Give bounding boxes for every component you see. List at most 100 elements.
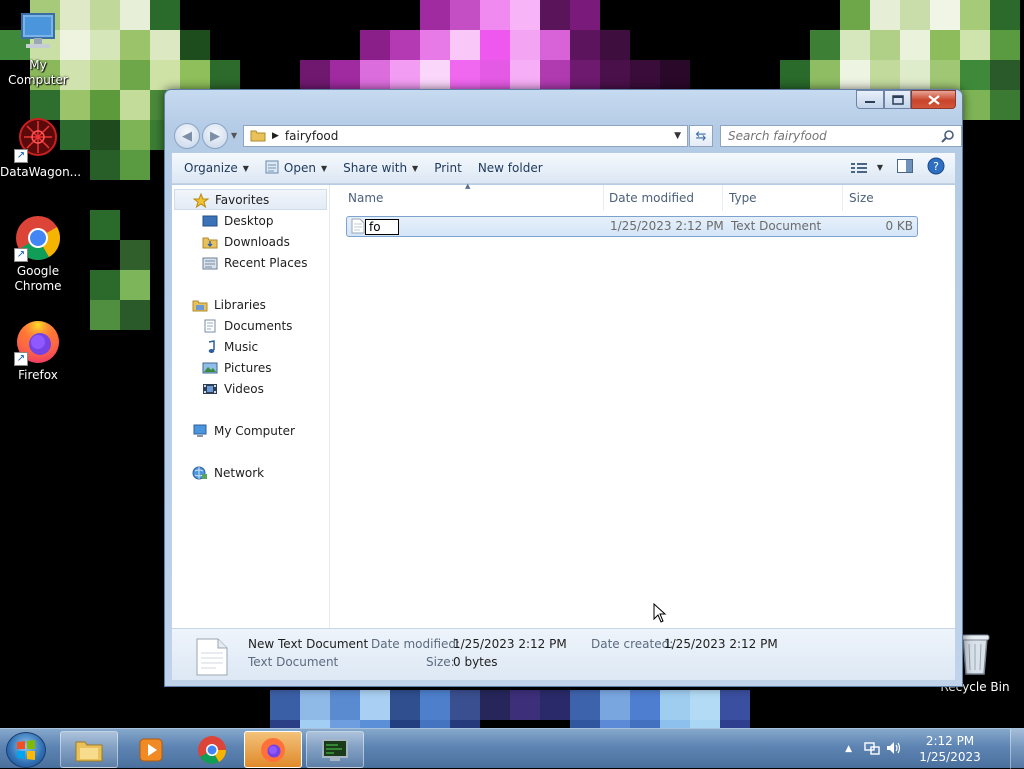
volume-icon[interactable] xyxy=(886,741,902,758)
wallpaper-tile xyxy=(960,90,990,120)
desktop-icon-google-chrome[interactable]: ↗ Google Chrome xyxy=(0,214,76,294)
refresh-icon: ⇆ xyxy=(695,128,707,144)
taskbar-media-player-button[interactable] xyxy=(122,731,180,768)
column-header-size[interactable]: Size xyxy=(843,185,943,211)
details-date-created-label: Date created: xyxy=(591,637,674,651)
column-header-type[interactable]: Type xyxy=(723,185,843,211)
nav-downloads[interactable]: Downloads xyxy=(172,231,329,252)
wallpaper-tile xyxy=(600,30,630,60)
close-button[interactable] xyxy=(911,90,956,109)
forward-arrow-icon: ▶ xyxy=(210,128,220,144)
wallpaper-tile xyxy=(330,60,360,90)
wallpaper-tile xyxy=(360,720,390,728)
breadcrumb-chevron-icon[interactable]: ▶ xyxy=(272,131,279,141)
desktop-icon-datawagon[interactable]: ↗ DataWagon... xyxy=(0,115,81,180)
wallpaper-tile xyxy=(300,60,330,90)
search-box[interactable] xyxy=(720,125,962,147)
system-tray: ▲ 2:12 PM 1/25/2023 xyxy=(845,729,1010,769)
wallpaper-tile xyxy=(120,270,150,300)
nav-favorites[interactable]: Favorites xyxy=(174,189,327,210)
search-icon[interactable] xyxy=(941,129,955,146)
details-date-modified-label: Date modified: xyxy=(371,637,461,651)
chrome-icon xyxy=(198,735,226,764)
nav-music[interactable]: Music xyxy=(172,336,329,357)
recent-pages-dropdown[interactable]: ▼ xyxy=(231,131,237,140)
wallpaper-tile xyxy=(90,270,120,300)
taskbar-terminal-button[interactable] xyxy=(306,731,364,768)
organize-button[interactable]: Organize ▼ xyxy=(176,156,257,180)
desktop-icon-label: Firefox xyxy=(18,368,58,382)
wallpaper-tile xyxy=(870,30,900,60)
chevron-down-icon: ▼ xyxy=(242,163,249,173)
address-dropdown-icon[interactable]: ▼ xyxy=(674,131,681,141)
nav-my-computer[interactable]: My Computer xyxy=(172,420,329,441)
new-folder-label: New folder xyxy=(477,161,543,175)
wallpaper-tile xyxy=(570,60,600,90)
wallpaper-tile xyxy=(420,720,450,728)
nav-videos[interactable]: Videos xyxy=(172,378,329,399)
taskbar-firefox-button[interactable] xyxy=(244,731,302,768)
maximize-button[interactable] xyxy=(884,90,911,109)
nav-libraries[interactable]: Libraries xyxy=(172,294,329,315)
clock[interactable]: 2:12 PM 1/25/2023 xyxy=(914,733,986,765)
wallpaper-tile xyxy=(390,690,420,720)
shortcut-arrow-icon: ↗ xyxy=(14,352,28,366)
wallpaper-tile xyxy=(360,30,390,60)
computer-icon xyxy=(14,8,62,56)
desktop-icon xyxy=(202,214,218,228)
caption-buttons xyxy=(856,90,956,109)
wallpaper-tile xyxy=(210,60,240,90)
chevron-down-icon: ▼ xyxy=(876,163,883,172)
desktop-icon-my-computer[interactable]: My Computer xyxy=(0,8,76,88)
show-desktop-button[interactable] xyxy=(1010,729,1024,769)
wallpaper-tile xyxy=(420,30,450,60)
nav-recent-places[interactable]: Recent Places xyxy=(172,252,329,273)
column-header-name[interactable]: Name xyxy=(342,185,604,211)
nav-network[interactable]: Network xyxy=(172,462,329,483)
desktop-icon-firefox[interactable]: ↗ Firefox xyxy=(0,318,76,383)
column-header-date-modified[interactable]: Date modified xyxy=(603,185,723,211)
wallpaper-tile xyxy=(150,60,180,90)
start-button[interactable] xyxy=(6,732,46,768)
nav-documents[interactable]: Documents xyxy=(172,315,329,336)
nav-pictures[interactable]: Pictures xyxy=(172,357,329,378)
share-with-label: Share with xyxy=(343,161,408,175)
wallpaper-tile xyxy=(90,150,120,180)
firefox-icon xyxy=(261,737,285,762)
minimize-button[interactable] xyxy=(856,90,884,109)
organize-label: Organize xyxy=(184,161,238,175)
preview-pane-icon xyxy=(897,159,913,173)
wallpaper-tile xyxy=(660,690,690,720)
svg-text:?: ? xyxy=(933,160,939,173)
sort-ascending-icon: ▲ xyxy=(465,182,471,190)
wallpaper-tile xyxy=(630,60,660,90)
show-hidden-icons-button[interactable]: ▲ xyxy=(845,744,852,754)
breadcrumb-folder[interactable]: fairyfood xyxy=(285,129,338,143)
taskbar-chrome-button[interactable] xyxy=(183,731,241,768)
folders-icon xyxy=(75,741,103,761)
back-button[interactable]: ◀ xyxy=(174,123,200,149)
nav-desktop[interactable]: Desktop xyxy=(172,210,329,231)
rename-input[interactable]: fo xyxy=(365,219,399,235)
taskbar-explorer-button[interactable] xyxy=(60,731,118,768)
new-folder-button[interactable]: New folder xyxy=(470,156,551,180)
wallpaper-tile xyxy=(270,720,300,728)
open-button[interactable]: Open ▼ xyxy=(257,156,335,180)
change-view-button[interactable]: ▼ xyxy=(850,162,883,174)
file-list: Name ▲ Date modified Type Size fo 1/25/2… xyxy=(330,182,955,628)
network-status-icon[interactable] xyxy=(864,741,880,758)
search-input[interactable] xyxy=(728,129,928,143)
forward-button[interactable]: ▶ xyxy=(202,123,228,149)
refresh-button[interactable]: ⇆ xyxy=(689,125,713,147)
print-button[interactable]: Print xyxy=(426,156,470,180)
maximize-icon xyxy=(891,94,904,105)
wallpaper-tile xyxy=(870,0,900,30)
wallpaper-tile xyxy=(120,150,150,180)
wallpaper-tile xyxy=(480,60,510,90)
share-with-button[interactable]: Share with ▼ xyxy=(335,156,426,180)
address-bar[interactable]: ▶ fairyfood ▼ xyxy=(243,125,688,147)
help-button[interactable]: ? xyxy=(927,157,945,178)
file-row[interactable]: fo 1/25/2023 2:12 PM Text Document 0 KB xyxy=(346,216,918,237)
preview-pane-button[interactable] xyxy=(897,159,913,176)
wallpaper-tile xyxy=(90,60,120,90)
